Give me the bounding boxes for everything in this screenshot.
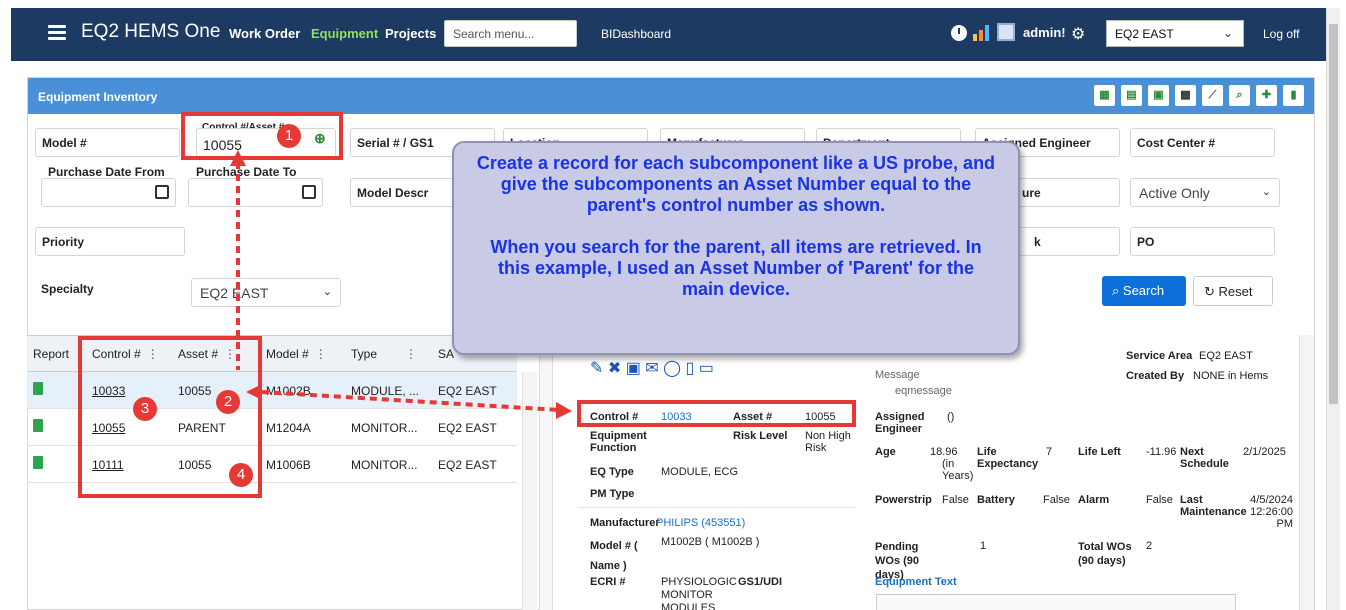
annotation-callout: Create a record for each subcomponent li…: [452, 141, 1020, 355]
step-badge: 2: [216, 390, 240, 414]
step-badge: 1: [277, 124, 301, 148]
callout-text: Create a record for each subcomponent li…: [476, 153, 996, 299]
step-badge: 3: [133, 397, 157, 421]
step-badge: 4: [229, 463, 253, 487]
